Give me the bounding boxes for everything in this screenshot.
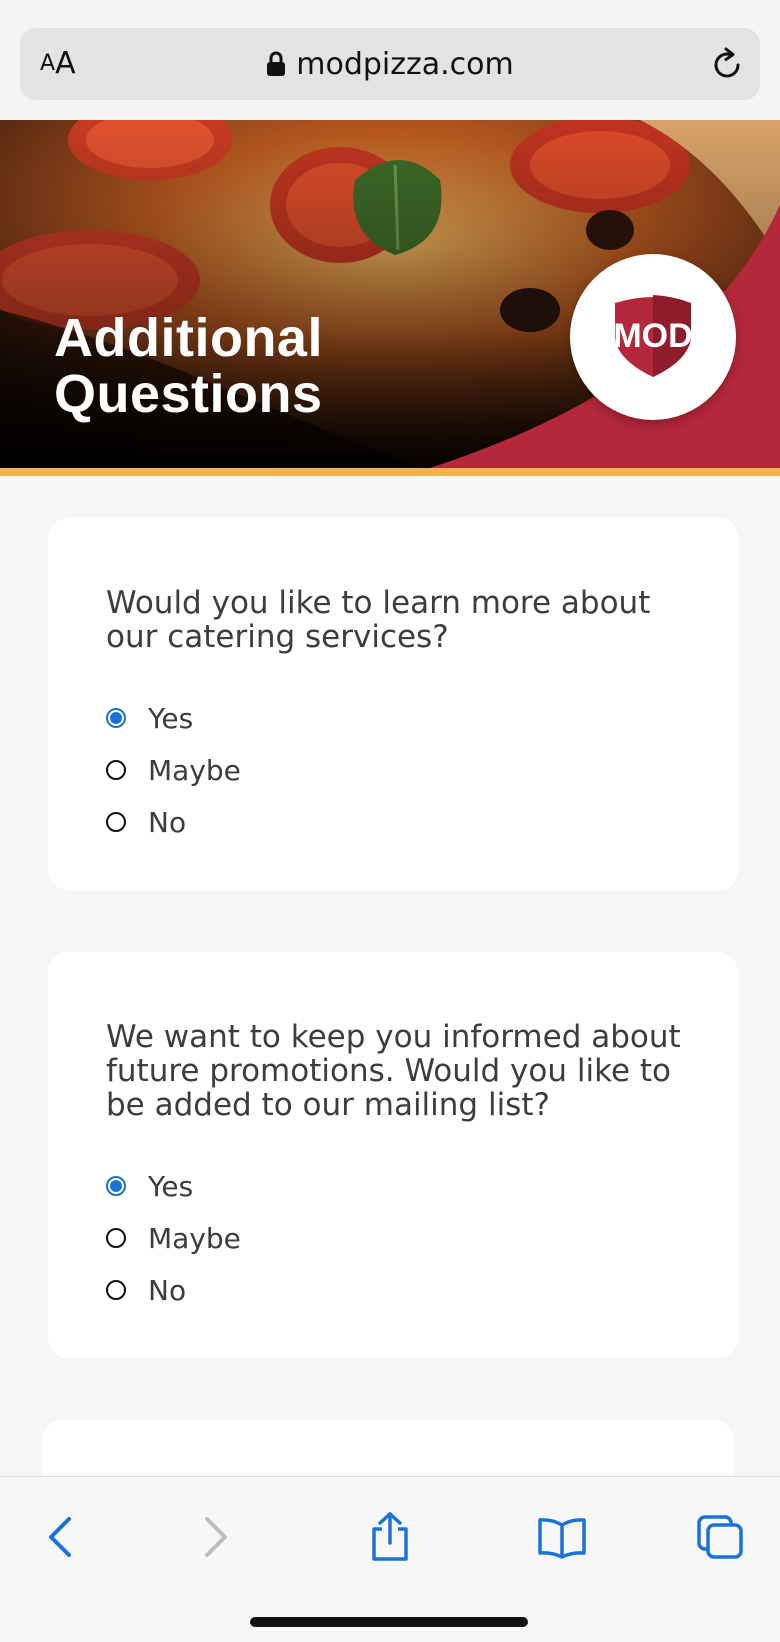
radio-group-mailing-list: Yes Maybe No: [106, 1160, 241, 1316]
option-label: Yes: [148, 1169, 194, 1203]
option-no[interactable]: No: [106, 1264, 241, 1316]
share-button[interactable]: [360, 1507, 420, 1567]
option-yes[interactable]: Yes: [106, 1160, 241, 1212]
option-label: No: [148, 1273, 187, 1307]
lock-icon: [267, 51, 286, 76]
option-label: Maybe: [148, 753, 241, 787]
back-icon: [49, 1517, 71, 1557]
option-label: Maybe: [148, 1221, 241, 1255]
bookmarks-icon: [538, 1518, 586, 1559]
radio-button-selected[interactable]: [106, 1176, 126, 1196]
option-maybe[interactable]: Maybe: [106, 744, 241, 796]
option-maybe[interactable]: Maybe: [106, 1212, 241, 1264]
mod-shield-icon: MOD: [613, 295, 693, 377]
browser-top-bar: A A modpizza.com: [0, 0, 780, 120]
option-label: Yes: [148, 701, 194, 735]
page-title-line-2: Questions: [54, 364, 323, 424]
tabs-button[interactable]: [690, 1507, 750, 1567]
forward-icon: [205, 1517, 227, 1557]
url-display[interactable]: modpizza.com: [20, 28, 760, 100]
share-icon: [372, 1512, 408, 1561]
home-indicator: [250, 1617, 528, 1627]
reload-icon[interactable]: [708, 46, 746, 84]
radio-button-selected[interactable]: [106, 708, 126, 728]
question-card-mailing-list: We want to keep you informed about futur…: [48, 952, 738, 1358]
forward-button[interactable]: [186, 1507, 246, 1567]
gold-divider: [0, 468, 780, 476]
radio-button[interactable]: [106, 760, 126, 780]
radio-button[interactable]: [106, 1228, 126, 1248]
url-text: modpizza.com: [296, 46, 514, 82]
option-no[interactable]: No: [106, 796, 241, 848]
option-label: No: [148, 805, 187, 839]
question-text: We want to keep you informed about futur…: [106, 1019, 681, 1123]
question-card-catering: Would you like to learn more about our c…: [48, 518, 738, 890]
radio-group-catering: Yes Maybe No: [106, 692, 241, 848]
bookmarks-button[interactable]: [532, 1507, 592, 1567]
page-title-line-1: Additional: [54, 308, 323, 368]
mod-logo-text: MOD: [613, 317, 692, 355]
hero-banner: Additional Questions MOD: [0, 120, 780, 468]
question-text: Would you like to learn more about our c…: [106, 585, 651, 655]
browser-bottom-toolbar: [0, 1476, 780, 1642]
option-yes[interactable]: Yes: [106, 692, 241, 744]
mod-logo: MOD: [570, 254, 736, 420]
page-title: Additional Questions: [54, 310, 323, 422]
radio-button[interactable]: [106, 812, 126, 832]
address-bar[interactable]: A A modpizza.com: [20, 28, 760, 100]
back-button[interactable]: [30, 1507, 90, 1567]
radio-button[interactable]: [106, 1280, 126, 1300]
tabs-icon: [697, 1515, 743, 1559]
